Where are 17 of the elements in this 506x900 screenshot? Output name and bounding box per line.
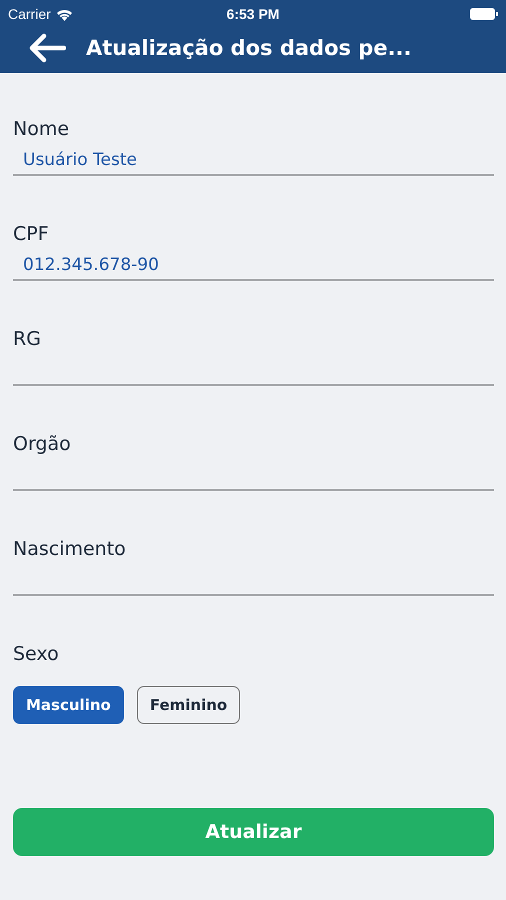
back-arrow-icon — [28, 32, 66, 62]
screen-title: Atualização dos dados pe... — [86, 36, 412, 60]
field-label: Nascimento — [13, 537, 126, 561]
battery-icon — [470, 8, 498, 20]
field-label: Sexo — [13, 642, 59, 666]
status-time: 6:53 PM — [226, 6, 280, 22]
carrier-label: Carrier — [8, 6, 51, 22]
back-button[interactable] — [28, 32, 66, 62]
field-label: Nome — [13, 117, 70, 141]
wifi-icon — [56, 8, 73, 20]
option-chip[interactable]: Feminino — [136, 686, 240, 724]
field-label: CPF — [13, 222, 49, 246]
field-label: Orgão — [13, 432, 71, 456]
option-chip[interactable]: Masculino — [13, 686, 124, 724]
text-field[interactable]: 012.345.678-90 — [13, 250, 494, 281]
text-field[interactable]: Usuário Teste — [13, 145, 494, 176]
field-label: RG — [13, 327, 41, 351]
